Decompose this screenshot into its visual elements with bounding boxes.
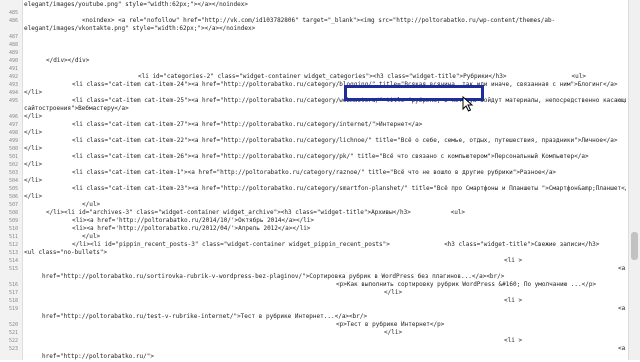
code-text: href="http://poltorabatko.ru/"> [42, 353, 154, 360]
source-viewer[interactable]: elegant/images/youtube.png" style="width… [0, 0, 640, 360]
source-code[interactable]: elegant/images/youtube.png" style="width… [0, 0, 628, 360]
scrollbar-thumb[interactable] [631, 232, 638, 260]
code-line: href="http://poltorabatko.ru/"> [0, 352, 628, 362]
arrow-cursor-icon [462, 96, 474, 112]
vertical-scrollbar[interactable] [628, 0, 640, 360]
